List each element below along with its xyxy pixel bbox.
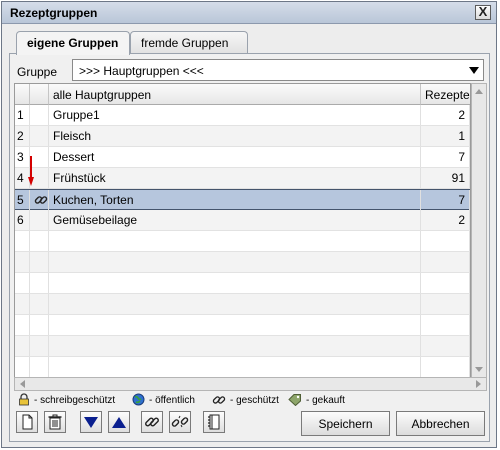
row-count: 2 [421, 210, 470, 230]
book-button[interactable] [203, 411, 225, 433]
title-bar: Rezeptgruppen X [2, 2, 496, 24]
close-button[interactable]: X [475, 5, 491, 20]
cancel-button[interactable]: Abbrechen [396, 411, 485, 436]
tab-panel: Gruppe >>> Hauptgruppen <<< alle Hauptgr… [9, 53, 490, 442]
annotation-arrow-icon [28, 156, 34, 186]
tab-fremde-gruppen[interactable]: fremde Gruppen [130, 31, 248, 54]
empty-row [15, 357, 470, 377]
legend-bought: - gekauft [306, 395, 345, 406]
row-icon-cell [30, 105, 49, 125]
empty-row [15, 315, 470, 336]
row-name: Kuchen, Torten [49, 190, 421, 210]
row-icon-cell [30, 126, 49, 146]
chain-link-icon [212, 396, 226, 404]
header-name[interactable]: alle Hauptgruppen [49, 84, 421, 105]
vertical-scrollbar[interactable] [471, 83, 487, 378]
row-icon-cell [30, 210, 49, 230]
header-icon [30, 84, 49, 105]
window-title: Rezeptgruppen [10, 6, 98, 20]
row-count: 91 [421, 168, 470, 188]
gruppe-label: Gruppe [17, 65, 58, 79]
table-row[interactable]: 1 Gruppe1 2 [15, 105, 470, 126]
row-name: Gruppe1 [49, 105, 421, 125]
empty-row [15, 231, 470, 252]
move-down-button[interactable] [80, 411, 102, 433]
empty-row [15, 336, 470, 357]
gruppe-select[interactable]: >>> Hauptgruppen <<< [72, 59, 484, 81]
unprotect-button[interactable] [169, 411, 191, 433]
scroll-right-icon[interactable] [476, 380, 481, 388]
row-number: 5 [15, 190, 30, 210]
row-number: 6 [15, 210, 30, 230]
price-tag-icon [288, 394, 301, 406]
new-button[interactable] [16, 411, 38, 433]
table-row[interactable]: 4 Frühstück 91 [15, 168, 470, 189]
protect-button[interactable] [141, 411, 163, 433]
empty-row [15, 294, 470, 315]
delete-button[interactable] [44, 411, 66, 433]
row-count: 7 [421, 190, 470, 210]
tab-eigene-gruppen[interactable]: eigene Gruppen [16, 31, 130, 55]
legend-read-only: - schreibgeschützt [34, 395, 116, 406]
row-count: 7 [421, 147, 470, 167]
scroll-up-icon[interactable] [475, 89, 483, 94]
rezeptgruppen-dialog: Rezeptgruppen X eigene Gruppen fremde Gr… [1, 1, 497, 448]
scroll-left-icon[interactable] [20, 380, 25, 388]
header-count[interactable]: Rezepte [421, 84, 470, 105]
arrow-down-icon [84, 417, 98, 428]
groups-table: alle Hauptgruppen Rezepte 1 Gruppe1 2 2 … [14, 83, 471, 378]
row-name: Frühstück [49, 168, 421, 188]
table-row[interactable]: 6 Gemüsebeilage 2 [15, 210, 470, 231]
chain-link-icon [34, 196, 48, 204]
row-name: Gemüsebeilage [49, 210, 421, 230]
arrow-up-icon [112, 417, 126, 428]
row-number: 1 [15, 105, 30, 125]
row-number: 2 [15, 126, 30, 146]
row-count: 1 [421, 126, 470, 146]
row-count: 2 [421, 105, 470, 125]
chevron-down-icon[interactable] [469, 67, 479, 74]
scroll-down-icon[interactable] [475, 367, 483, 372]
gruppe-select-value: >>> Hauptgruppen <<< [79, 64, 204, 78]
horizontal-scrollbar[interactable] [14, 377, 487, 391]
legend-protected: - geschützt [230, 395, 279, 406]
book-icon [208, 414, 220, 430]
trash-icon [48, 414, 62, 430]
chain-link-icon [145, 417, 159, 427]
new-document-icon [22, 414, 33, 430]
row-icon-cell [30, 190, 49, 210]
move-up-button[interactable] [108, 411, 130, 433]
legend-public: - öffentlich [149, 395, 195, 406]
row-name: Dessert [49, 147, 421, 167]
empty-row [15, 252, 470, 273]
broken-link-icon [171, 415, 189, 428]
header-num [15, 84, 30, 105]
table-row[interactable]: 3 Dessert 7 [15, 147, 470, 168]
lock-icon [19, 393, 29, 406]
save-button[interactable]: Speichern [301, 411, 390, 436]
empty-row [15, 273, 470, 294]
table-row-selected[interactable]: 5 Kuchen, Torten 7 [15, 189, 470, 210]
row-name: Fleisch [49, 126, 421, 146]
table-row[interactable]: 2 Fleisch 1 [15, 126, 470, 147]
globe-icon [132, 393, 145, 406]
